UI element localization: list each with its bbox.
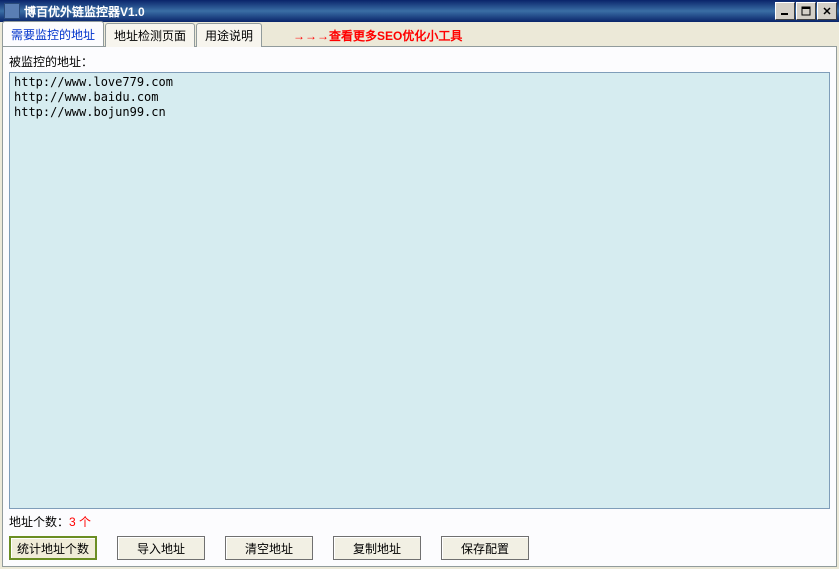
address-textarea[interactable]	[10, 73, 829, 508]
tab-detection-page[interactable]: 地址检测页面	[105, 23, 195, 47]
tab-monitor-addresses[interactable]: 需要监控的地址	[2, 21, 104, 46]
maximize-button[interactable]	[796, 2, 816, 20]
clear-button[interactable]: 清空地址	[225, 536, 313, 560]
import-button[interactable]: 导入地址	[117, 536, 205, 560]
tab-panel: 被监控的地址： 地址个数：3 个 统计地址个数 导入地址 清空地址 复制地址 保…	[2, 46, 837, 567]
copy-button[interactable]: 复制地址	[333, 536, 421, 560]
minimize-button[interactable]	[775, 2, 795, 20]
window-controls	[775, 2, 837, 20]
count-row: 地址个数：3 个	[9, 513, 830, 530]
window-title: 博百优外链监控器V1.0	[24, 3, 145, 20]
app-icon	[4, 3, 20, 19]
list-label: 被监控的地址：	[9, 53, 830, 70]
client-area: 需要监控的地址 地址检测页面 用途说明 →→→查看更多SEO优化小工具 被监控的…	[0, 22, 839, 569]
titlebar: 博百优外链监控器V1.0	[0, 0, 839, 22]
button-row: 统计地址个数 导入地址 清空地址 复制地址 保存配置	[9, 536, 830, 560]
count-value: 3 个	[69, 515, 91, 529]
stat-button[interactable]: 统计地址个数	[9, 536, 97, 560]
tab-row: 需要监控的地址 地址检测页面 用途说明 →→→查看更多SEO优化小工具	[2, 24, 837, 46]
save-button[interactable]: 保存配置	[441, 536, 529, 560]
count-label: 地址个数：	[9, 515, 69, 529]
promo-link[interactable]: →→→查看更多SEO优化小工具	[293, 27, 462, 44]
address-textarea-wrap	[9, 72, 830, 509]
close-button[interactable]	[817, 2, 837, 20]
tab-usage[interactable]: 用途说明	[196, 23, 262, 47]
